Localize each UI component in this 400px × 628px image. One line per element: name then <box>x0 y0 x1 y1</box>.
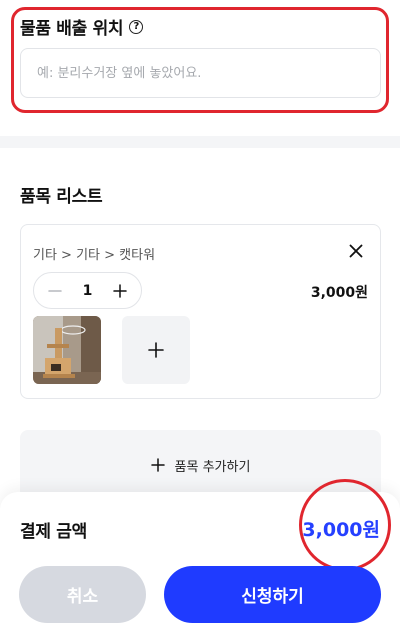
disposal-location-input[interactable] <box>20 48 381 98</box>
total-amount-value: 3,000원 <box>302 519 380 541</box>
payment-bottom-sheet: 결제 금액 3,000원 취소 신청하기 <box>0 479 400 628</box>
disposal-location-title-text: 물품 배출 위치 <box>20 19 124 39</box>
cancel-button[interactable]: 취소 <box>19 566 146 623</box>
quantity-value: 1 <box>82 282 93 299</box>
plus-icon <box>150 458 165 472</box>
item-card: 기타 > 기타 > 캣타워 1 3,000원 <box>20 224 381 399</box>
remove-item-button[interactable] <box>346 241 366 261</box>
item-category-path: 기타 > 기타 > 캣타워 <box>33 248 156 263</box>
plus-icon <box>113 283 127 298</box>
disposal-location-section: 물품 배출 위치 ? <box>0 0 400 136</box>
question-circle-icon[interactable]: ? <box>129 19 144 34</box>
total-amount-label: 결제 금액 <box>20 522 87 542</box>
quantity-stepper: 1 <box>33 272 142 309</box>
item-list-title: 품목 리스트 <box>20 187 103 207</box>
cat-tower-photo <box>33 316 101 384</box>
plus-icon <box>148 342 164 358</box>
add-item-label: 품목 추가하기 <box>174 459 251 475</box>
item-price: 3,000원 <box>310 285 368 301</box>
disposal-location-title: 물품 배출 위치 ? <box>20 14 144 39</box>
section-divider <box>0 136 400 148</box>
close-icon <box>349 244 363 258</box>
add-item-button[interactable]: 품목 추가하기 <box>20 430 381 500</box>
quantity-decrease-button[interactable] <box>46 282 64 300</box>
minus-icon <box>48 289 62 292</box>
quantity-increase-button[interactable] <box>111 282 129 300</box>
apply-button[interactable]: 신청하기 <box>164 566 381 623</box>
add-photo-button[interactable] <box>122 316 190 384</box>
item-photo-thumbnail[interactable] <box>33 316 101 384</box>
